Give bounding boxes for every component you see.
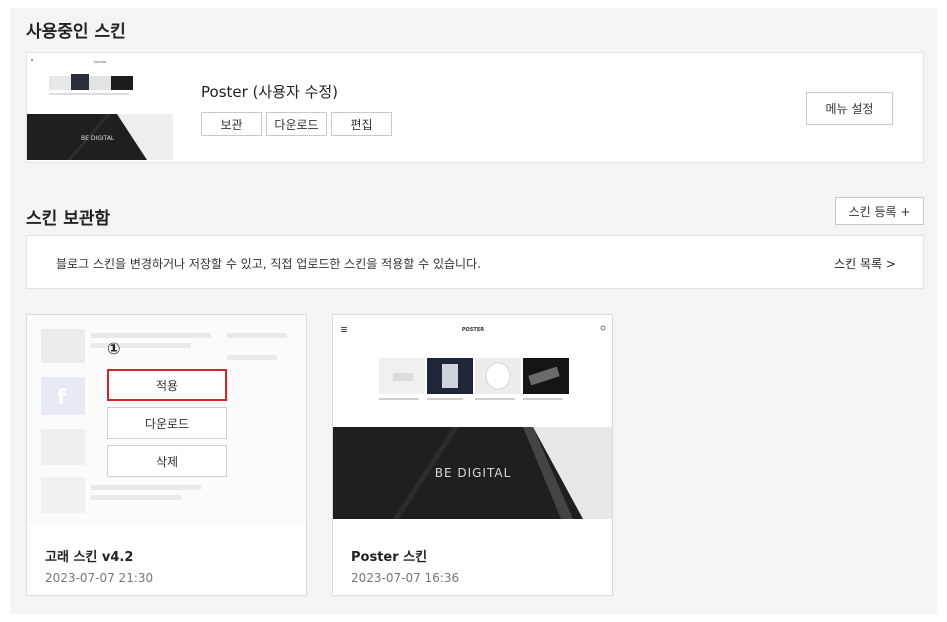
storage-info-text: 블로그 스킨을 변경하거나 저장할 수 있고, 직접 업로드한 스킨을 적용할 …	[56, 257, 481, 271]
current-skin-panel: POSTER BE DIGITAL Poster (사용자 수정) 보관 다운로…	[26, 52, 924, 163]
current-skin-preview-logo: POSTER	[94, 60, 106, 64]
skin-storage-title: 스킨 보관함	[26, 209, 111, 229]
thumb-block	[41, 429, 85, 465]
poster-preview-logo: POSTER	[462, 327, 484, 333]
whale-skin-thumbnail: f ① 적용 다운로드 삭제	[27, 315, 306, 525]
thumb-line	[91, 343, 191, 348]
thumb-line	[91, 495, 181, 500]
current-skin-preview-image: POSTER BE DIGITAL	[27, 56, 173, 160]
current-skin-preview-tagline: BE DIGITAL	[81, 135, 115, 142]
archive-button[interactable]: 보관	[201, 112, 262, 136]
download-button[interactable]: 다운로드	[266, 112, 327, 136]
facebook-icon: f	[41, 377, 85, 415]
poster-preview-tagline: BE DIGITAL	[435, 466, 512, 480]
poster-skin-name: Poster 스킨	[351, 550, 428, 565]
current-skin-name: Poster (사용자 수정)	[201, 83, 339, 101]
thumb-line	[227, 355, 277, 360]
step-badge: ①	[107, 339, 121, 358]
skin-card-poster[interactable]: POSTER BE DIGITAL Poster 스킨 2023-07-07 1…	[332, 314, 613, 596]
storage-info-panel: 블로그 스킨을 변경하거나 저장할 수 있고, 직접 업로드한 스킨을 적용할 …	[26, 235, 924, 289]
edit-button[interactable]: 편집	[331, 112, 392, 136]
thumb-line	[91, 485, 201, 490]
whale-skin-name: 고래 스킨 v4.2	[45, 550, 134, 565]
thumb-line	[227, 333, 287, 338]
skin-card-whale[interactable]: f ① 적용 다운로드 삭제 고래 스킨 v4.2 2023-07-07 21:…	[26, 314, 307, 596]
register-skin-button[interactable]: 스킨 등록 +	[835, 197, 924, 225]
current-skin-thumbnail: POSTER BE DIGITAL	[27, 56, 173, 160]
delete-button[interactable]: 삭제	[107, 445, 227, 477]
thumb-line	[91, 333, 211, 338]
download-skin-button[interactable]: 다운로드	[107, 407, 227, 439]
skin-list-link[interactable]: 스킨 목록 >	[834, 255, 896, 272]
whale-skin-date: 2023-07-07 21:30	[45, 571, 154, 585]
apply-button[interactable]: 적용	[107, 369, 227, 401]
menu-settings-button[interactable]: 메뉴 설정	[806, 92, 893, 125]
poster-skin-thumbnail: POSTER BE DIGITAL	[333, 315, 612, 519]
poster-skin-preview-image: POSTER BE DIGITAL	[333, 315, 612, 519]
current-skin-title: 사용중인 스킨	[26, 22, 126, 42]
skin-management-page: 사용중인 스킨 POSTER BE DIGITAL Poster (사용자 수정…	[10, 8, 937, 614]
thumb-block	[41, 477, 85, 513]
poster-skin-date: 2023-07-07 16:36	[351, 571, 460, 585]
thumb-block	[41, 329, 85, 363]
